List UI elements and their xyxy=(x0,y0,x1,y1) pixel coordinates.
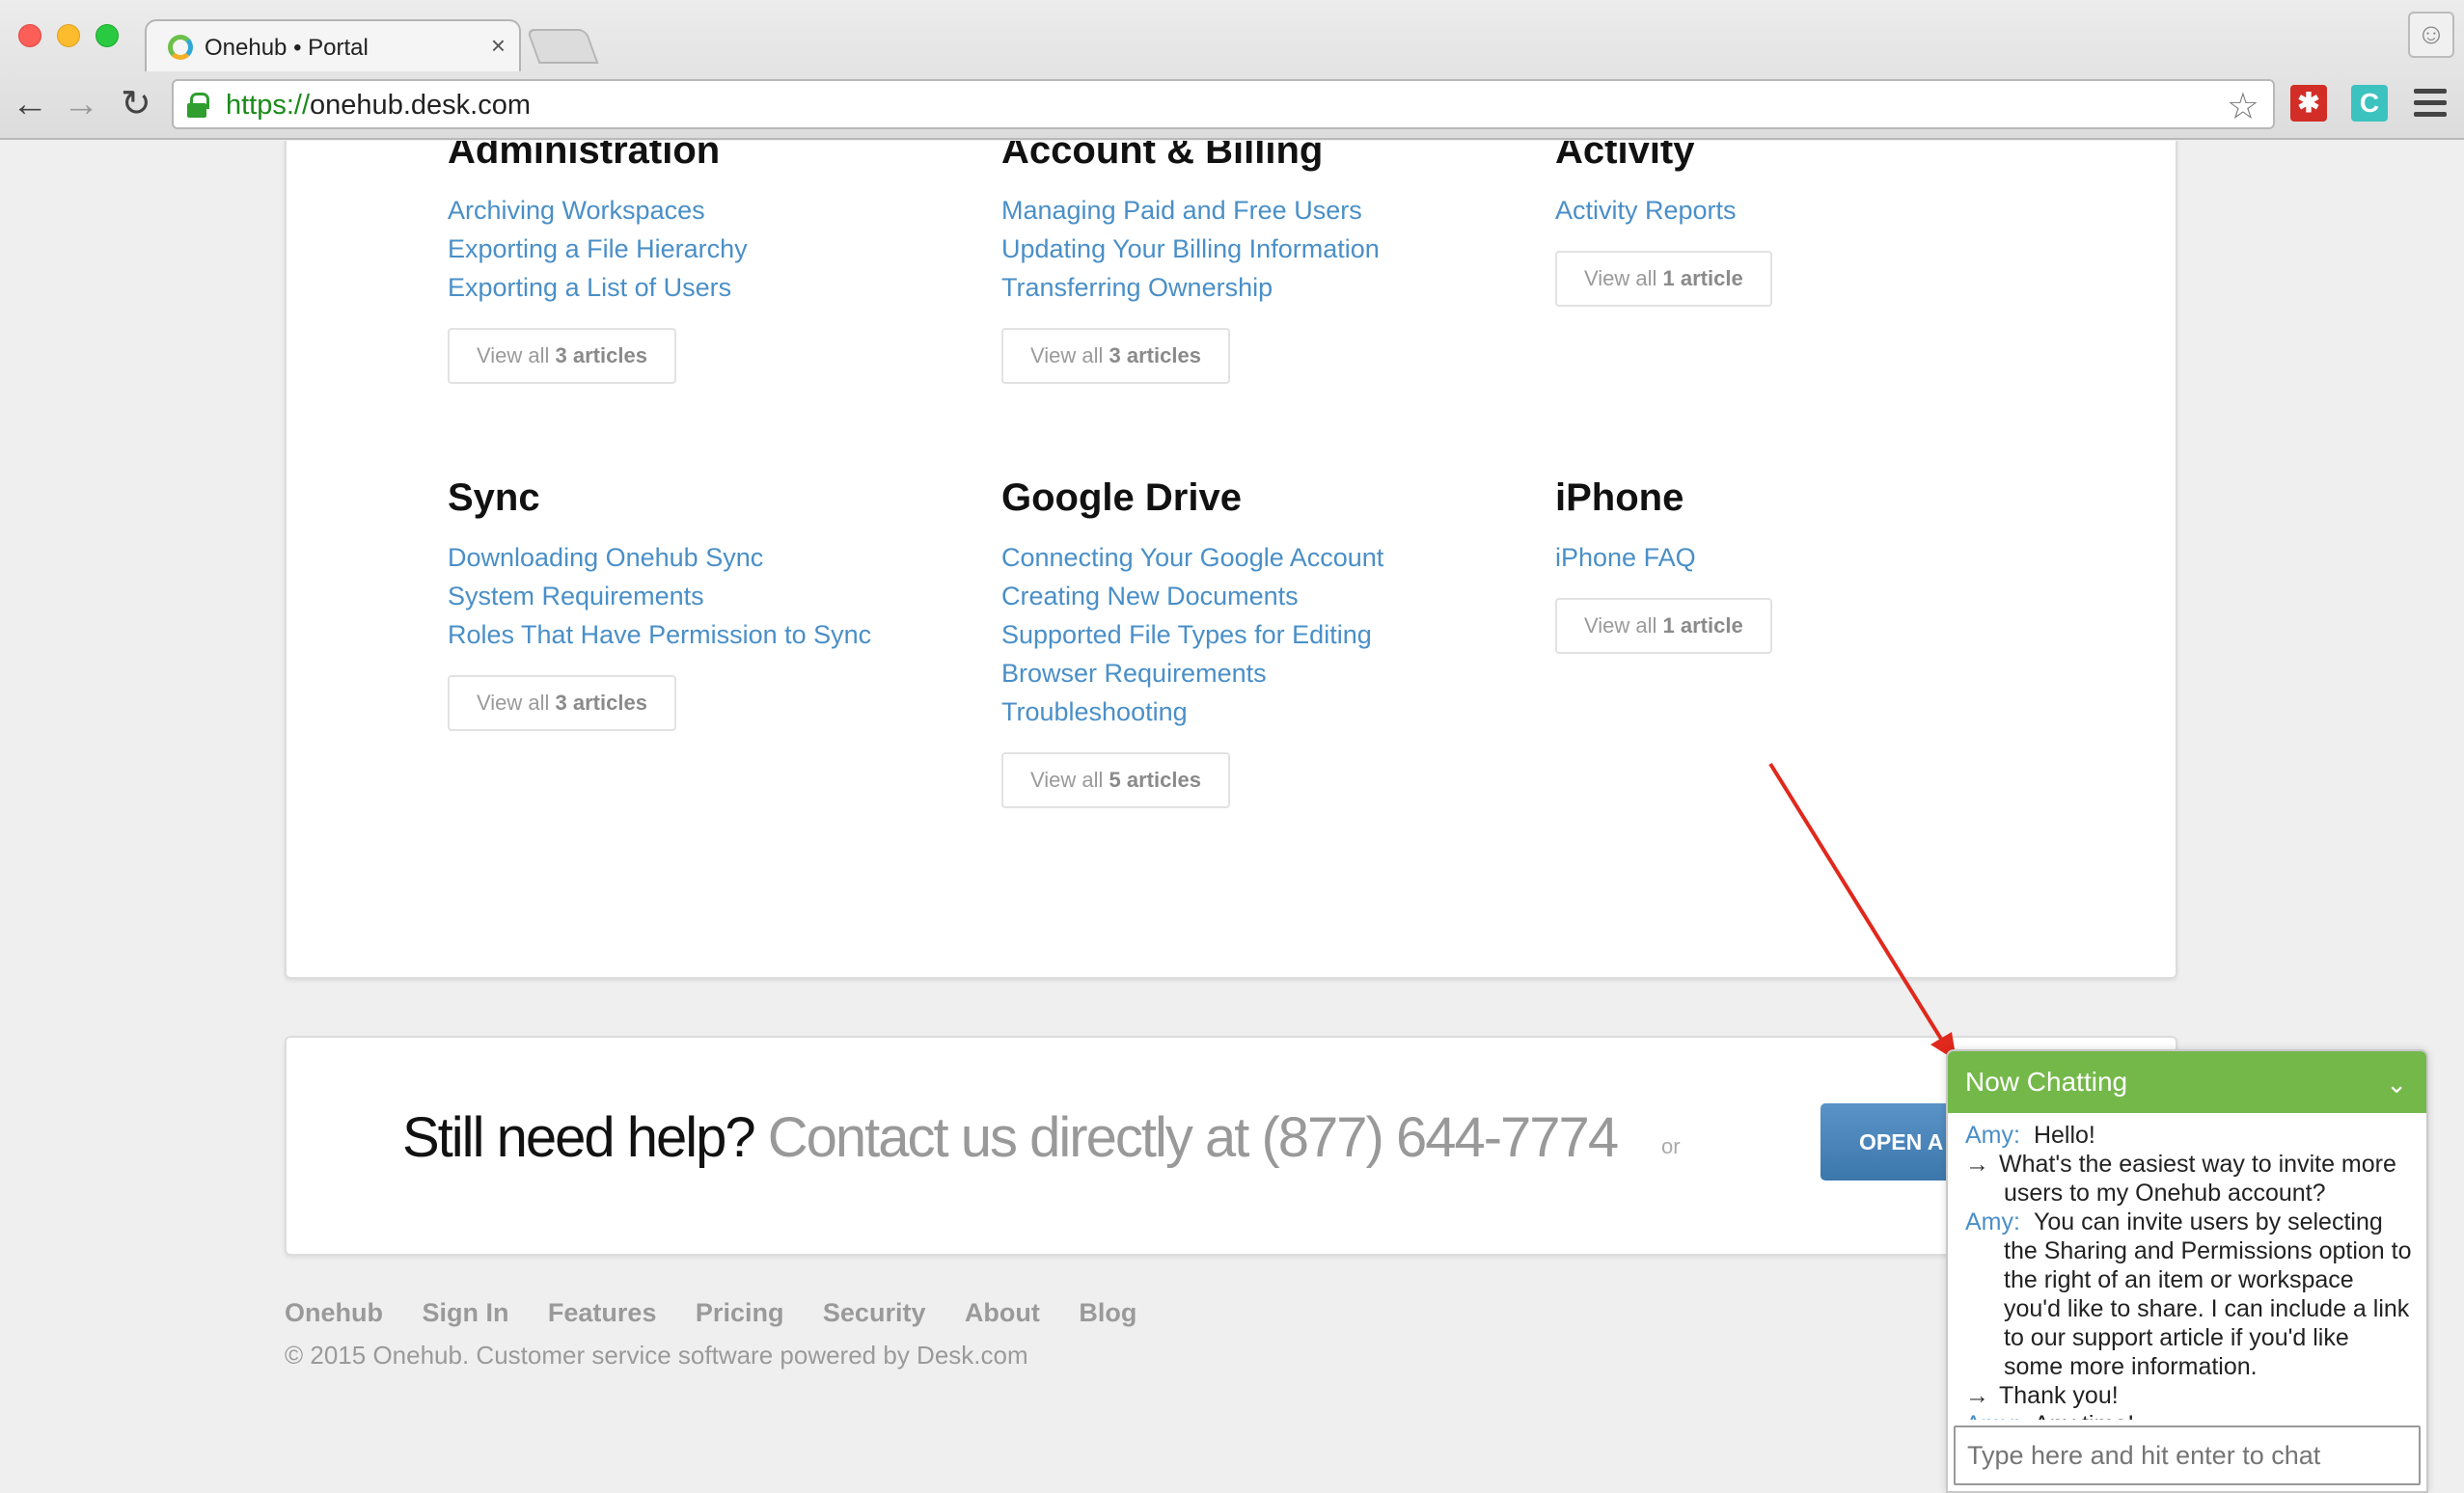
message-text: Any time! xyxy=(2034,1411,2134,1420)
agent-name: Amy: xyxy=(1965,1411,2020,1420)
chevron-down-icon[interactable]: ⌄ xyxy=(2386,1053,2407,1115)
chat-message-agent: Amy: Hello! xyxy=(1965,1121,2413,1150)
message-text: What's the easiest way to invite more us… xyxy=(1999,1151,2396,1207)
message-text: You can invite users by selecting the Sh… xyxy=(2004,1208,2412,1380)
right-arrow-icon: → xyxy=(1965,1151,1989,1178)
agent-name: Amy: xyxy=(1965,1208,2020,1235)
chat-message-agent: Amy: You can invite users by selecting th… xyxy=(1965,1208,2413,1381)
agent-name: Amy: xyxy=(1965,1122,2020,1149)
right-arrow-icon: → xyxy=(1965,1382,1989,1409)
chat-header[interactable]: Now Chatting ⌄ xyxy=(1948,1051,2426,1113)
message-text: Hello! xyxy=(2033,1122,2095,1149)
chat-message-agent: Amy: Any time! xyxy=(1965,1410,2413,1420)
chat-message-user: → Thank you! xyxy=(1965,1381,2413,1410)
chat-input[interactable] xyxy=(1954,1425,2421,1485)
chat-widget: Now Chatting ⌄ Amy: Hello! → What's the ea… xyxy=(1946,1049,2428,1493)
chat-message-user: → What's the easiest way to invite more u… xyxy=(1965,1150,2413,1208)
chat-transcript: Amy: Hello! → What's the easiest way to in… xyxy=(1948,1113,2426,1420)
message-text: Thank you! xyxy=(1999,1382,2119,1409)
chat-header-title: Now Chatting xyxy=(1965,1067,2128,1097)
